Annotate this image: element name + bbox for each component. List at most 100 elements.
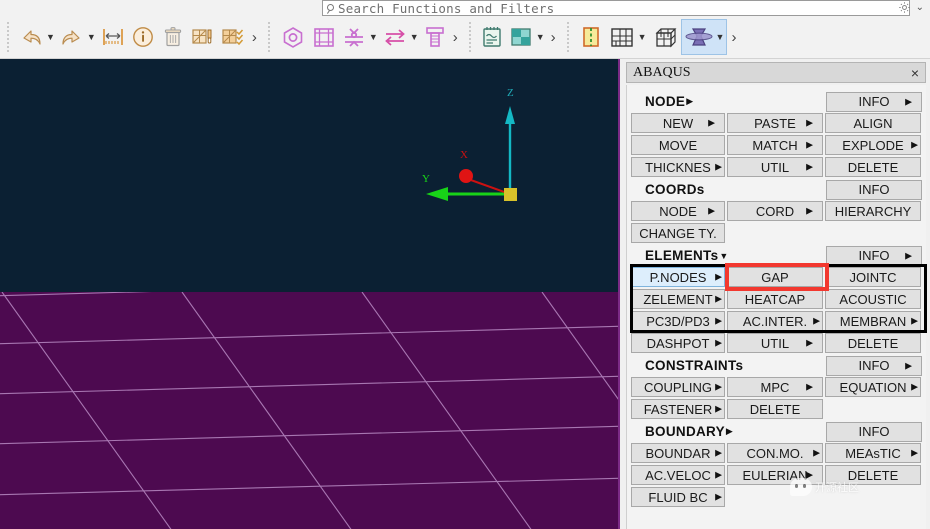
panel-button[interactable]: MOVE xyxy=(631,135,725,155)
chevron-down-icon[interactable]: ▼ xyxy=(719,251,728,261)
constraint-dropdown-icon[interactable]: ▼ xyxy=(410,32,419,42)
chevron-right-icon: ▶ xyxy=(715,337,722,348)
panel-button-label: DELETE xyxy=(749,401,801,417)
redo-button[interactable]: ▼ xyxy=(57,19,98,55)
revolve-mesh-button[interactable]: ▼ xyxy=(680,19,728,55)
chevron-right-icon[interactable]: ▶ xyxy=(726,426,733,437)
color-map-dropdown-icon[interactable]: ▼ xyxy=(536,32,545,42)
undo-button[interactable]: ▼ xyxy=(16,19,57,55)
measure-distance-button[interactable] xyxy=(98,19,128,55)
panel-button[interactable]: DELETE xyxy=(825,465,921,485)
contact-button[interactable]: ▼ xyxy=(339,19,380,55)
panel-button[interactable]: AC.VELOC ▶ xyxy=(631,465,725,485)
viewport-3d[interactable]: Z Y X xyxy=(0,59,618,529)
panel-button[interactable]: NEW ▶ xyxy=(631,113,725,133)
bolt-button[interactable] xyxy=(421,19,449,55)
panel-info-button[interactable]: INFO ▶ xyxy=(826,91,922,112)
toolbar-overflow-chevron-4[interactable]: › xyxy=(727,29,740,46)
panel-button[interactable]: JOINTC xyxy=(825,267,921,287)
settings-group[interactable]: ⌄ xyxy=(898,1,924,14)
panel-button-label: ACOUSTIC xyxy=(839,291,907,307)
contact-dropdown-icon[interactable]: ▼ xyxy=(369,32,378,42)
panel-info-button[interactable]: INFO ▶ xyxy=(826,245,922,266)
panel-button[interactable]: NODE ▶ xyxy=(631,201,725,221)
panel-button[interactable]: DASHPOT ▶ xyxy=(631,333,725,353)
solid-mesh-button[interactable] xyxy=(649,19,681,55)
panel-button[interactable]: PASTE ▶ xyxy=(727,113,823,133)
mesh-edit-button[interactable] xyxy=(188,19,218,55)
panel-button-label: EXPLODE xyxy=(842,137,904,153)
undo-dropdown-icon[interactable]: ▼ xyxy=(46,32,55,42)
mesh-check-button[interactable] xyxy=(218,19,248,55)
panel-button[interactable]: DELETE xyxy=(825,157,921,177)
panel-button[interactable]: HIERARCHY xyxy=(825,201,921,221)
panel-button[interactable]: DELETE xyxy=(825,333,921,353)
info-button[interactable] xyxy=(128,19,158,55)
chevron-right-icon: ▶ xyxy=(905,360,912,370)
panel-info-button[interactable]: INFO xyxy=(826,421,922,442)
panel-button[interactable]: COUPLING ▶ xyxy=(631,377,725,397)
chevron-right-icon: ▶ xyxy=(806,161,813,172)
toolbar-overflow-chevron[interactable]: › xyxy=(248,29,261,46)
panel-row: PC3D/PD3 ▶ AC.INTER. ▶ MEMBRAN ▶ xyxy=(631,311,922,331)
panel-button[interactable]: MEAsTIC ▶ xyxy=(825,443,921,463)
panel-button[interactable]: HEATCAP xyxy=(727,289,823,309)
toolbar-overflow-chevron-2[interactable]: › xyxy=(449,29,462,46)
panel-row: AC.VELOC ▶ EULERIAN ▶ DELETE xyxy=(631,465,922,485)
panel-button[interactable]: EXPLODE ▶ xyxy=(825,135,921,155)
panel-button-label: THICKNES xyxy=(645,159,711,175)
panel-group-rows: P.NODES ▶ GAP JOINTC ZELEMENT ▶ HEATCAP ACOUSTI… xyxy=(631,267,922,331)
panel-button[interactable]: ALIGN xyxy=(825,113,921,133)
panel-info-label: INFO xyxy=(858,424,890,439)
panel-button[interactable]: MATCH ▶ xyxy=(727,135,823,155)
shell-mesh-button[interactable]: ▼ xyxy=(606,19,649,55)
panel-button[interactable]: CON.MO. ▶ xyxy=(727,443,823,463)
panel-button[interactable]: FASTENER ▶ xyxy=(631,399,725,419)
panel-button[interactable]: PC3D/PD3 ▶ xyxy=(631,311,725,331)
panel-row: FLUID BC ▶ xyxy=(631,487,922,507)
panel-button[interactable]: EQUATION ▶ xyxy=(825,377,921,397)
delete-button[interactable] xyxy=(158,19,188,55)
surface-button[interactable] xyxy=(309,19,339,55)
panel-button[interactable]: DELETE xyxy=(727,399,823,419)
constraint-button[interactable]: ▼ xyxy=(380,19,421,55)
panel-info-button[interactable]: INFO ▶ xyxy=(826,355,922,376)
panel-info-button[interactable]: INFO xyxy=(826,179,922,200)
node-button[interactable] xyxy=(277,19,309,55)
panel-button[interactable]: THICKNES ▶ xyxy=(631,157,725,177)
shell-mesh-dropdown-icon[interactable]: ▼ xyxy=(638,32,647,42)
panel-group-title: CONSTRAINTs xyxy=(645,358,744,373)
color-map-button[interactable]: ▼ xyxy=(506,19,547,55)
panel-button[interactable]: UTIL ▶ xyxy=(727,157,823,177)
panel-button[interactable]: AC.INTER. ▶ xyxy=(727,311,823,331)
panel-button-label: CORD xyxy=(755,203,795,219)
panel-button[interactable]: EULERIAN ▶ xyxy=(727,465,823,485)
panel-button-label: EQUATION xyxy=(839,379,907,395)
panel-button[interactable]: CHANGE TY. xyxy=(631,223,725,243)
close-icon[interactable]: × xyxy=(911,64,919,82)
panel-button[interactable]: UTIL ▶ xyxy=(727,333,823,353)
toolbar-overflow-chevron-3[interactable]: › xyxy=(547,29,560,46)
revolve-mesh-dropdown-icon[interactable]: ▼ xyxy=(716,32,725,42)
panel-button-label: PC3D/PD3 xyxy=(646,313,710,329)
panel-button[interactable]: FLUID BC ▶ xyxy=(631,487,725,507)
panel-button[interactable]: GAP xyxy=(727,267,823,287)
panel-button[interactable]: MEMBRAN ▶ xyxy=(825,311,921,331)
panel-button[interactable]: MPC ▶ xyxy=(727,377,823,397)
notes-button[interactable] xyxy=(478,19,506,55)
panel-button[interactable]: ZELEMENT ▶ xyxy=(631,289,725,309)
chevron-right-icon[interactable]: ▶ xyxy=(686,96,693,107)
plate-mesh-button[interactable] xyxy=(576,19,606,55)
search-input[interactable]: Search Functions and Filters xyxy=(322,0,910,16)
abaqus-panel: ABAQUS × NODE ▶ INFO ▶ NEW ▶ PASTE ▶ ALIGN MOVE MA… xyxy=(618,59,930,529)
chevron-down-icon[interactable]: ⌄ xyxy=(916,2,924,13)
gear-icon[interactable] xyxy=(898,1,911,14)
panel-titlebar: ABAQUS × xyxy=(626,62,926,83)
chevron-right-icon: ▶ xyxy=(715,381,722,392)
panel-button[interactable]: ACOUSTIC xyxy=(825,289,921,309)
panel-button[interactable]: BOUNDAR ▶ xyxy=(631,443,725,463)
panel-button[interactable]: CORD ▶ xyxy=(727,201,823,221)
redo-dropdown-icon[interactable]: ▼ xyxy=(87,32,96,42)
panel-button[interactable]: P.NODES ▶ xyxy=(631,267,725,287)
panel-button-label: NODE xyxy=(659,203,697,219)
